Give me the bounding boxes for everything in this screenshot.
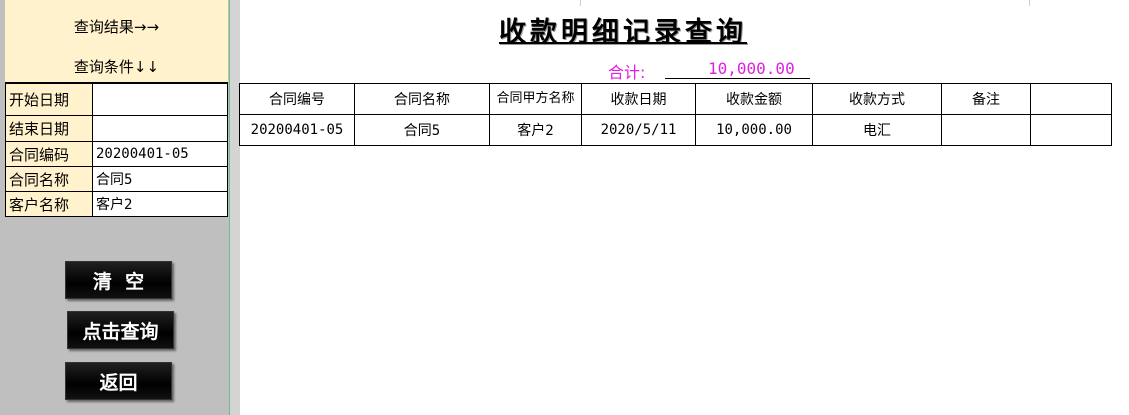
condition-table: 开始日期 结束日期 合同编码 20200401-05 合同名称 合同5 客户名称…: [5, 83, 228, 217]
page-title: 收款明细记录查询: [499, 17, 747, 48]
total-underline: [665, 78, 810, 79]
customer-name-label: 客户名称: [5, 191, 93, 217]
contract-name-cell[interactable]: 合同5: [92, 166, 228, 192]
start-date-label: 开始日期: [5, 83, 93, 116]
total-value: 10,000.00: [708, 59, 795, 78]
table-cell[interactable]: 2020/5/11: [581, 114, 696, 146]
column-header: 合同甲方名称: [489, 83, 582, 115]
end-date-cell[interactable]: [92, 115, 228, 142]
condition-row-contract-name: 合同名称 合同5: [5, 166, 228, 192]
result-table: 合同编号 合同名称 合同甲方名称 收款日期 收款金额 收款方式 备注 20200…: [239, 83, 1112, 146]
query-button[interactable]: 点击查询: [67, 311, 174, 349]
query-caption-area: 查询结果→→ 查询条件↓↓: [5, 0, 228, 83]
query-panel: 查询结果→→ 查询条件↓↓ 开始日期 结束日期 合同编码 20200401-05…: [0, 0, 229, 415]
table-cell[interactable]: 20200401-05: [239, 114, 355, 146]
column-header: 收款方式: [812, 83, 942, 115]
total-label: 合计:: [608, 63, 646, 82]
contract-code-cell[interactable]: 20200401-05: [92, 141, 228, 167]
start-date-cell[interactable]: [92, 83, 228, 116]
table-cell[interactable]: 10,000.00: [695, 114, 813, 146]
column-header: 合同名称: [354, 83, 490, 115]
back-button[interactable]: 返回: [65, 362, 172, 400]
contract-name-label: 合同名称: [5, 166, 93, 192]
table-cell[interactable]: 合同5: [354, 114, 490, 146]
customer-name-cell[interactable]: 客户2: [92, 191, 228, 217]
column-header: 收款金额: [695, 83, 813, 115]
clear-button[interactable]: 清 空: [65, 261, 172, 299]
table-cell[interactable]: 电汇: [812, 114, 942, 146]
grid-line: [1029, 0, 1030, 6]
contract-code-label: 合同编码: [5, 141, 93, 167]
column-header: 合同编号: [239, 83, 355, 115]
end-date-label: 结束日期: [5, 115, 93, 142]
table-cell[interactable]: [1030, 114, 1112, 146]
column-header: 收款日期: [581, 83, 696, 115]
condition-row-start-date: 开始日期: [5, 83, 228, 116]
grid-line: [580, 0, 581, 6]
condition-row-customer-name: 客户名称 客户2: [5, 191, 228, 217]
table-header-row: 合同编号 合同名称 合同甲方名称 收款日期 收款金额 收款方式 备注: [239, 83, 1112, 115]
result-caption: 查询结果→→: [73, 18, 160, 36]
column-header: 备注: [941, 83, 1031, 115]
condition-row-end-date: 结束日期: [5, 115, 228, 142]
column-header: [1030, 83, 1112, 115]
condition-row-contract-code: 合同编码 20200401-05: [5, 141, 228, 167]
hidden-column-gap: [230, 0, 240, 415]
table-cell[interactable]: 客户2: [489, 114, 582, 146]
condition-caption: 查询条件↓↓: [73, 58, 160, 76]
table-cell[interactable]: [941, 114, 1031, 146]
table-row: 20200401-05 合同5 客户2 2020/5/11 10,000.00 …: [239, 114, 1112, 146]
